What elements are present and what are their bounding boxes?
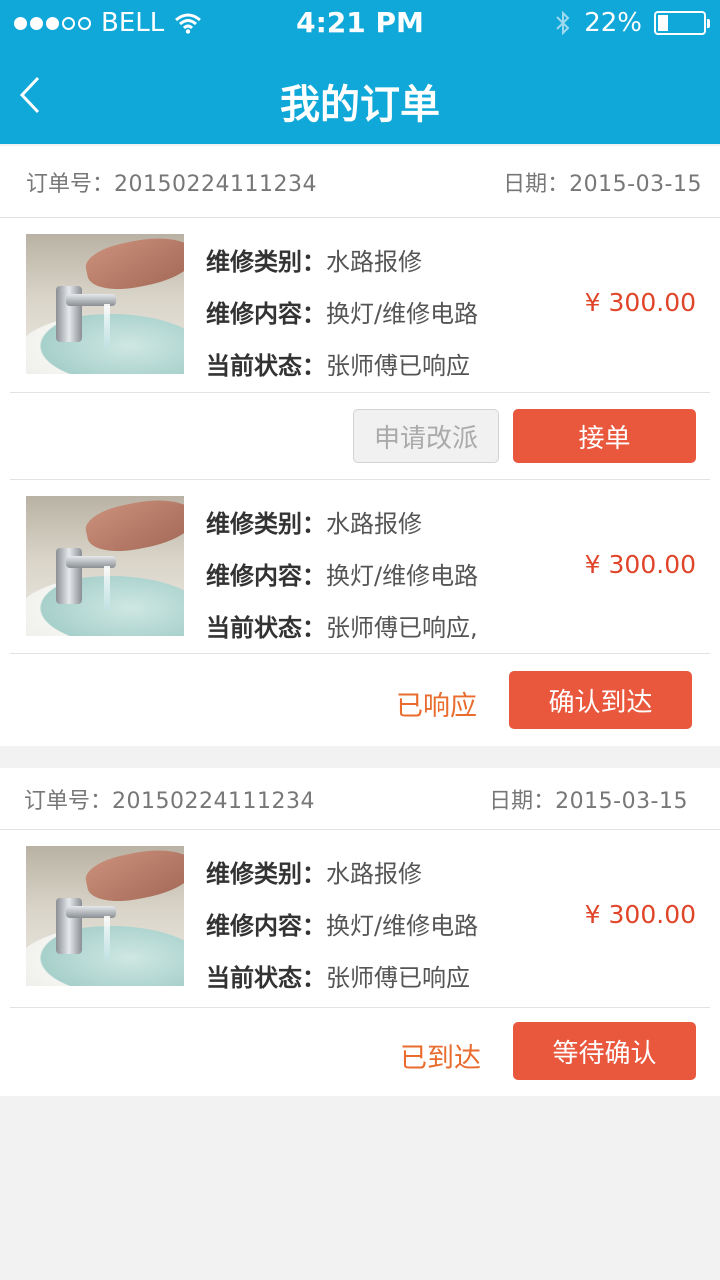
repair-category: 维修类别：水路报修 (206, 510, 422, 538)
repair-content: 维修内容：换灯/维修电路 (206, 562, 479, 590)
section-divider (0, 746, 720, 768)
item-price: ¥ 300.00 (584, 550, 696, 579)
order-card: 订单号：20150224111234 日期：2015-03-15 维修类别：水路… (0, 146, 720, 748)
repair-content: 维修内容：换灯/维修电路 (206, 300, 479, 328)
header: BELL 4:21 PM 22% 我的订单 (0, 0, 720, 144)
item-thumbnail (26, 846, 184, 986)
action-row: 已到达 等待确认 (10, 1008, 710, 1096)
awaiting-confirmation-button[interactable]: 等待确认 (513, 1022, 696, 1080)
status-badge: 已到达 (400, 1043, 481, 1074)
current-status: 当前状态：张师傅已响应 (206, 964, 470, 992)
action-row: 已响应 确认到达 (10, 654, 710, 748)
order-item[interactable]: 维修类别：水路报修 维修内容：换灯/维修电路 当前状态：张师傅已响应, ¥ 30… (10, 479, 710, 654)
item-price: ¥ 300.00 (584, 288, 696, 317)
order-card: 订单号：20150224111234 日期：2015-03-15 维修类别：水路… (0, 768, 720, 1096)
order-number: 订单号：20150224111234 (24, 788, 315, 814)
nav-bar: 我的订单 (0, 46, 720, 144)
accept-order-button[interactable]: 接单 (513, 409, 696, 463)
action-row: 申请改派 接单 (10, 393, 710, 479)
item-thumbnail (26, 234, 184, 374)
order-item[interactable]: 维修类别：水路报修 维修内容：换灯/维修电路 当前状态：张师傅已响应 ¥ 300… (10, 218, 710, 393)
order-item[interactable]: 维修类别：水路报修 维修内容：换灯/维修电路 当前状态：张师傅已响应 ¥ 300… (10, 830, 710, 1008)
current-status: 当前状态：张师傅已响应, (206, 614, 478, 642)
order-number: 订单号：20150224111234 (26, 171, 317, 197)
item-price: ¥ 300.00 (584, 900, 696, 929)
battery-icon (654, 11, 710, 35)
request-reassign-button[interactable]: 申请改派 (353, 409, 499, 463)
item-thumbnail (26, 496, 184, 636)
order-header: 订单号：20150224111234 日期：2015-03-15 (0, 146, 720, 218)
order-date: 日期：2015-03-15 (489, 788, 688, 814)
status-bar: BELL 4:21 PM 22% (0, 0, 720, 46)
current-status: 当前状态：张师傅已响应 (206, 352, 470, 380)
confirm-arrival-button[interactable]: 确认到达 (509, 671, 692, 729)
order-header: 订单号：20150224111234 日期：2015-03-15 (0, 768, 720, 830)
repair-category: 维修类别：水路报修 (206, 248, 422, 276)
repair-content: 维修内容：换灯/维修电路 (206, 912, 479, 940)
battery-percent: 22% (584, 8, 642, 38)
page-title: 我的订单 (280, 82, 440, 128)
status-badge: 已响应 (396, 691, 477, 722)
order-date: 日期：2015-03-15 (503, 171, 702, 197)
bluetooth-icon (556, 10, 570, 36)
repair-category: 维修类别：水路报修 (206, 860, 422, 888)
